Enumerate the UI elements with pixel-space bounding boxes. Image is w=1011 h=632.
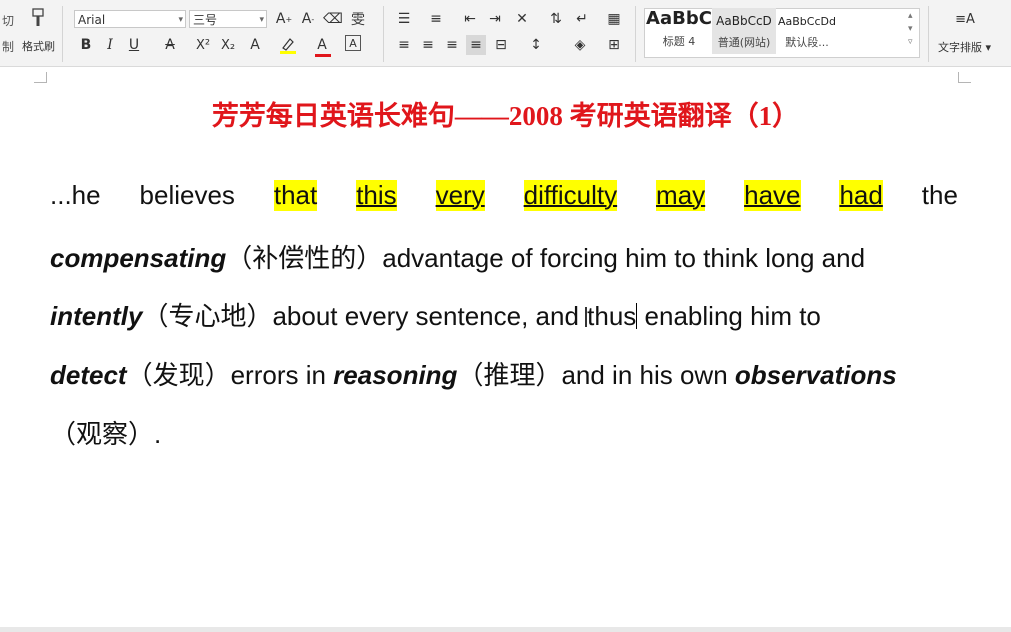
style-heading-4[interactable]: AaBbC 标题 4 (646, 8, 712, 54)
font-color-label: A (317, 37, 327, 53)
font-size-select[interactable]: 三号 ▾ (189, 10, 267, 28)
bold-button[interactable]: B (76, 35, 96, 55)
paragraph-marks-icon[interactable]: ↵ (572, 9, 592, 29)
group-divider (635, 6, 636, 62)
numbered-list-icon[interactable]: ≡ (426, 9, 446, 29)
highlighted-underlined-word: very (435, 180, 485, 211)
style-name: 标题 4 (662, 35, 696, 48)
chevron-down-icon: ▾ (178, 15, 183, 25)
table-grid-icon[interactable]: ▦ (604, 9, 624, 29)
bold-italic-term: compensating (50, 243, 227, 273)
text-line-5: （观察）. (50, 414, 958, 454)
style-sample: AaBbCcDd (778, 15, 836, 28)
page-corner-mark (34, 72, 47, 83)
style-sample: AaBbCcD (716, 14, 772, 28)
text-line-1: ...he believes that this very difficulty… (50, 180, 958, 220)
style-name: 普通(网站) (717, 36, 771, 49)
text-line-3: intently（专心地）about every sentence, and t… (50, 296, 958, 336)
font-family-select[interactable]: Arial ▾ (74, 10, 186, 28)
bold-italic-term: intently (50, 301, 143, 331)
cut-label[interactable]: 切 (2, 12, 14, 29)
align-center-icon[interactable]: ≡ (418, 35, 438, 55)
text-run: errors in (230, 360, 326, 390)
style-name: 默认段... (785, 36, 829, 49)
text-run: enabling him to (644, 301, 821, 331)
highlighted-underlined-word: have (744, 180, 801, 211)
word: ...he (50, 180, 101, 210)
chinese-gloss: （补偿性的） (226, 244, 383, 274)
style-default-paragraph[interactable]: AaBbCcDd 默认段... (776, 8, 838, 54)
line-spacing-icon[interactable]: ↕ (526, 35, 546, 55)
text-effect-icon[interactable]: A (245, 35, 265, 55)
bold-italic-term: observations (734, 360, 897, 390)
text-run: . (154, 419, 162, 449)
chinese-gloss: （观察） (50, 420, 155, 450)
group-divider (383, 6, 384, 62)
group-divider (928, 6, 929, 62)
chinese-gloss: （专心地） (142, 302, 273, 332)
word: believes (139, 180, 235, 210)
font-color-swatch (315, 54, 332, 57)
style-normal-web[interactable]: AaBbCcD 普通(网站) (712, 8, 776, 54)
text-run: thus (587, 301, 637, 331)
sort-icon[interactable]: ⇅ (546, 9, 566, 29)
text-caret (636, 303, 638, 329)
align-left-icon[interactable]: ≡ (394, 35, 414, 55)
font-family-value: Arial (78, 13, 106, 27)
text-run: advantage of forcing him to think long a… (382, 243, 866, 273)
font-size-value: 三号 (193, 13, 218, 27)
text-layout-label: 文字排版 (938, 41, 982, 54)
font-color-button[interactable]: A (312, 35, 332, 57)
shading-icon[interactable]: ◈ (570, 35, 590, 55)
highlight-icon[interactable] (278, 35, 298, 55)
underline-button[interactable]: U (124, 35, 144, 55)
subscript-button[interactable]: X₂ (218, 35, 238, 55)
document-title: 芳芳每日英语长难句——2008 考研英语翻译（1） (211, 101, 800, 131)
italic-button[interactable]: I (100, 35, 120, 55)
bold-italic-term: reasoning (333, 360, 458, 390)
chevron-down-icon: ▾ (259, 15, 264, 25)
superscript-button[interactable]: X² (193, 35, 213, 55)
bullet-list-icon[interactable]: ☰ (394, 9, 414, 29)
horizontal-scrollbar[interactable] (0, 627, 1011, 632)
strikethrough-button[interactable]: A (160, 35, 180, 55)
char-border-button[interactable]: A (345, 35, 361, 51)
text-line-4: detect（发现）errors in reasoning（推理）and in … (50, 355, 958, 395)
chinese-layout-icon[interactable]: ✕ (512, 9, 532, 29)
grow-font-icon[interactable]: A + (274, 9, 294, 29)
eraser-icon[interactable]: ⌫ (323, 9, 343, 29)
borders-icon[interactable]: ⊞ (604, 35, 624, 55)
align-right-icon[interactable]: ≡ (442, 35, 462, 55)
format-painter-button[interactable]: 格式刷 (22, 38, 55, 54)
page-corner-mark (958, 72, 971, 83)
chinese-gloss: （发现） (126, 361, 231, 391)
bold-italic-term: detect (50, 360, 127, 390)
highlighted-underlined-word: this (356, 180, 397, 211)
format-painter-icon[interactable] (28, 8, 48, 28)
phonetic-guide-icon[interactable]: 雯 (348, 9, 368, 29)
highlighted-underlined-word: had (839, 180, 883, 211)
document-page[interactable] (0, 67, 1011, 627)
distributed-icon[interactable]: ⊟ (491, 35, 511, 55)
text-layout-button[interactable]: 文字排版 ▾ (938, 39, 991, 55)
styles-scroll-arrows[interactable]: ▴ ▾ ▿ (908, 10, 913, 49)
highlighted-underlined-word: may (656, 180, 706, 211)
text-line-2: compensating（补偿性的）advantage of forcing h… (50, 238, 958, 278)
copy-label[interactable]: 制 (2, 38, 14, 55)
chinese-gloss: （推理） (457, 361, 562, 391)
text-run: and in his own (561, 360, 728, 390)
decrease-indent-icon[interactable]: ⇤ (460, 9, 480, 29)
highlighted-underlined-word: difficulty (523, 180, 618, 211)
ribbon-toolbar: 切 制 格式刷 Arial ▾ 三号 ▾ A + A- ⌫ 雯 B I U A X² … (0, 0, 1011, 67)
group-divider (62, 6, 63, 62)
shrink-font-icon[interactable]: A- (298, 9, 318, 29)
increase-indent-icon[interactable]: ⇥ (485, 9, 505, 29)
highlighted-word: that (273, 180, 318, 211)
style-sample: AaBbC (646, 8, 712, 29)
justify-icon[interactable]: ≡ (466, 35, 486, 55)
word: the (921, 180, 958, 210)
text-layout-icon[interactable]: ≡A (955, 9, 975, 29)
text-run: about every sentence, and (272, 301, 579, 331)
